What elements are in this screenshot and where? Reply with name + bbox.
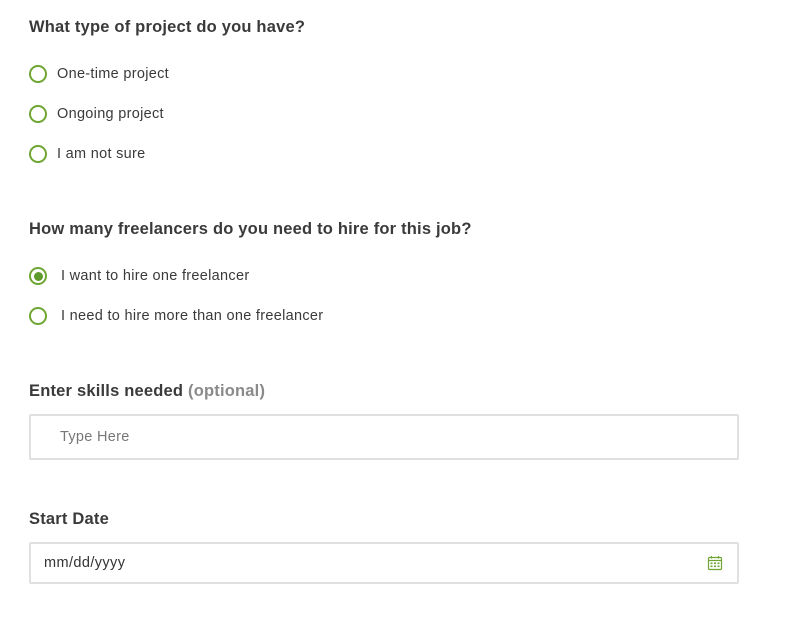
calendar-icon[interactable]	[707, 555, 723, 571]
radio-circle-icon[interactable]	[29, 105, 47, 123]
skills-input[interactable]: Type Here	[29, 414, 739, 460]
project-type-heading: What type of project do you have?	[29, 18, 306, 36]
start-date-value: mm/dd/yyyy	[44, 555, 126, 571]
radio-selected-icon[interactable]	[29, 267, 47, 285]
radio-label: I want to hire one freelancer	[61, 268, 250, 284]
radio-label: Ongoing project	[57, 106, 164, 122]
radio-label: I need to hire more than one freelancer	[61, 308, 324, 324]
radio-label: One-time project	[57, 66, 169, 82]
skills-placeholder: Type Here	[60, 429, 130, 445]
radio-circle-icon[interactable]	[29, 307, 47, 325]
radio-dot-icon	[33, 271, 43, 281]
radio-one-time-project[interactable]: One-time project	[29, 64, 169, 84]
start-date-input[interactable]: mm/dd/yyyy	[29, 542, 739, 584]
radio-ongoing-project[interactable]: Ongoing project	[29, 104, 164, 124]
radio-hire-one[interactable]: I want to hire one freelancer	[29, 266, 249, 286]
optional-tag: (optional)	[188, 382, 266, 400]
freelancers-heading: How many freelancers do you need to hire…	[29, 220, 472, 238]
skills-title: Enter skills needed	[29, 382, 184, 400]
radio-circle-icon[interactable]	[29, 65, 47, 83]
start-date-heading: Start Date	[29, 510, 109, 528]
radio-circle-icon[interactable]	[29, 145, 47, 163]
radio-hire-more[interactable]: I need to hire more than one freelancer	[29, 306, 323, 326]
radio-label: I am not sure	[57, 146, 146, 162]
radio-not-sure[interactable]: I am not sure	[29, 144, 146, 164]
skills-heading: Enter skills needed (optional)	[29, 382, 265, 401]
